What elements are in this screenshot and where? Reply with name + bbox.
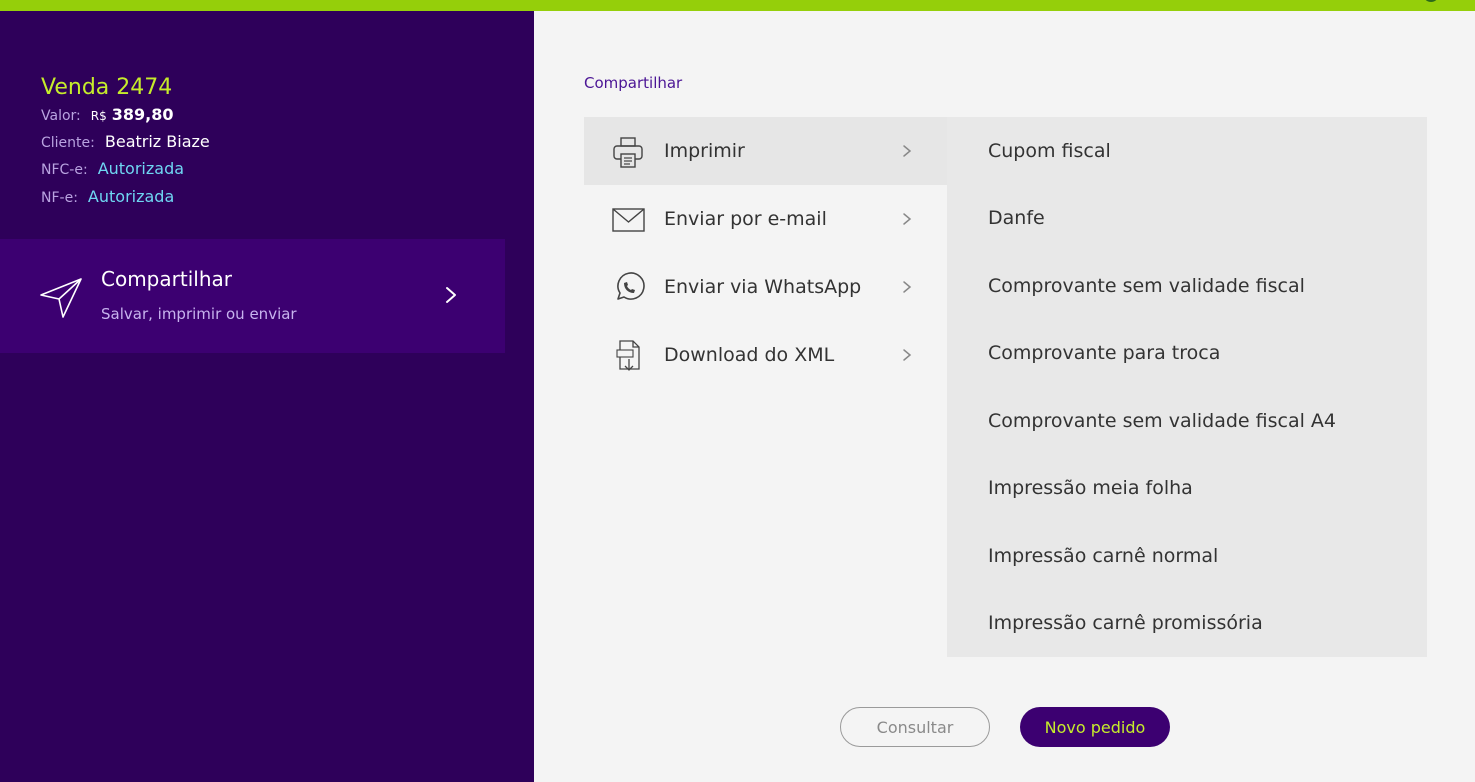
menu-item-label: Enviar por e-mail xyxy=(664,208,827,230)
print-options-submenu: Cupom fiscal Danfe Comprovante sem valid… xyxy=(947,117,1427,657)
currency-symbol: R$ xyxy=(90,109,107,123)
print-option-danfe[interactable]: Danfe xyxy=(947,185,1427,253)
nfce-row: NFC-e: Autorizada xyxy=(41,159,184,178)
nfe-row: NF-e: Autorizada xyxy=(41,187,174,206)
nfe-label: NF-e: xyxy=(41,190,78,206)
xml-download-icon xyxy=(616,340,640,371)
share-menu: Imprimir Enviar por e-mail Enviar via Wh… xyxy=(584,117,947,389)
share-card-subtitle: Salvar, imprimir ou enviar xyxy=(101,305,297,323)
value-label: Valor: xyxy=(41,108,81,124)
menu-item-label: Enviar via WhatsApp xyxy=(664,276,862,298)
print-option-comprovante-a4[interactable]: Comprovante sem validade fiscal A4 xyxy=(947,387,1427,455)
chevron-right-icon xyxy=(903,281,912,293)
print-option-comprovante-troca[interactable]: Comprovante para troca xyxy=(947,320,1427,388)
paper-plane-icon xyxy=(40,278,82,318)
print-option-comprovante-sem-validade[interactable]: Comprovante sem validade fiscal xyxy=(947,252,1427,320)
menu-item-xml-download[interactable]: Download do XML xyxy=(584,321,947,389)
client-name: Beatriz Biaze xyxy=(104,132,210,151)
chevron-right-icon xyxy=(903,349,912,361)
envelope-icon xyxy=(612,208,645,232)
amount-value: 389,80 xyxy=(111,105,174,124)
sale-value-row: Valor: R$ 389,80 xyxy=(41,105,174,124)
chevron-right-icon xyxy=(903,145,912,157)
chevron-right-icon xyxy=(903,213,912,225)
user-avatar[interactable] xyxy=(1423,0,1439,2)
consultar-button[interactable]: Consultar xyxy=(840,707,990,747)
share-card-title: Compartilhar xyxy=(101,267,232,291)
menu-item-email[interactable]: Enviar por e-mail xyxy=(584,185,947,253)
client-row: Cliente: Beatriz Biaze xyxy=(41,132,210,151)
menu-item-print[interactable]: Imprimir xyxy=(584,117,947,185)
sale-amount: R$ 389,80 xyxy=(91,105,174,124)
menu-item-label: Imprimir xyxy=(664,140,745,162)
share-panel: Compartilhar Imprimir Enviar por e-mail xyxy=(534,11,1475,782)
printer-icon xyxy=(613,137,643,168)
breadcrumb: Compartilhar xyxy=(584,74,683,92)
whatsapp-icon xyxy=(617,272,645,300)
print-option-carne-normal[interactable]: Impressão carnê normal xyxy=(947,522,1427,590)
print-option-carne-promissoria[interactable]: Impressão carnê promissória xyxy=(947,590,1427,658)
print-option-meia-folha[interactable]: Impressão meia folha xyxy=(947,455,1427,523)
sale-title: Venda 2474 xyxy=(41,75,173,100)
chevron-right-icon xyxy=(446,287,456,303)
menu-item-label: Download do XML xyxy=(664,344,835,366)
sale-sidebar: Venda 2474 Valor: R$ 389,80 Cliente: Beat… xyxy=(0,11,534,782)
menu-item-whatsapp[interactable]: Enviar via WhatsApp xyxy=(584,253,947,321)
top-accent-bar xyxy=(0,0,1475,11)
print-option-cupom-fiscal[interactable]: Cupom fiscal xyxy=(947,117,1427,185)
nfce-status: Autorizada xyxy=(97,159,185,178)
share-card[interactable]: Compartilhar Salvar, imprimir ou enviar xyxy=(0,239,505,353)
novo-pedido-button[interactable]: Novo pedido xyxy=(1020,707,1170,747)
client-label: Cliente: xyxy=(41,135,95,151)
nfce-label: NFC-e: xyxy=(41,162,88,178)
nfe-status: Autorizada xyxy=(87,187,175,206)
